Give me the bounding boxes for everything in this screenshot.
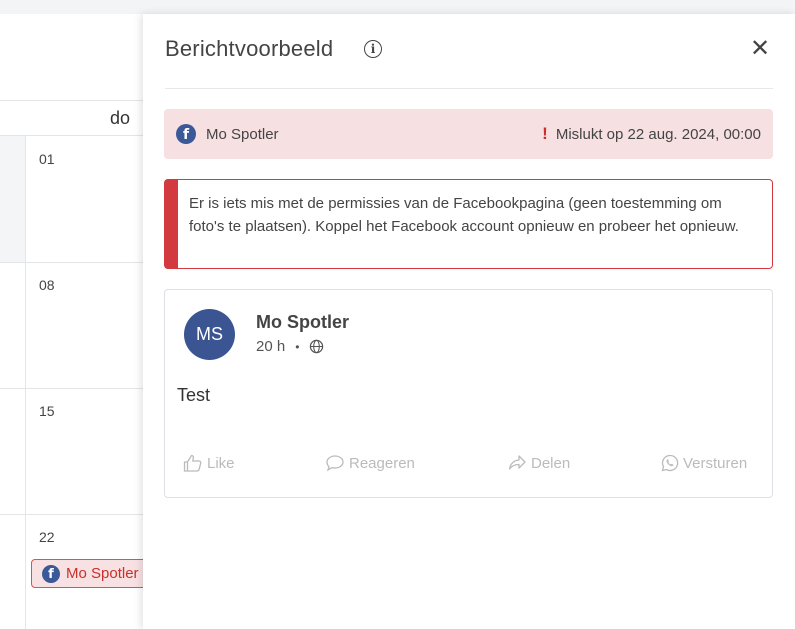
comment-label: Reageren: [349, 454, 415, 472]
alert-icon: !: [542, 124, 548, 143]
share-icon: [508, 455, 526, 470]
calendar-row-divider: [0, 262, 160, 263]
like-button[interactable]: Like: [183, 454, 235, 472]
account-name: Mo Spotler: [206, 125, 279, 143]
thumbs-up-icon: [183, 454, 202, 472]
info-icon[interactable]: i: [364, 40, 382, 58]
calendar-header: [0, 100, 160, 136]
calendar-event-post[interactable]: f Mo Spotler: [31, 559, 161, 588]
share-label: Delen: [531, 454, 571, 472]
post-actions: Like Reageren Delen Versturen: [181, 454, 761, 478]
send-label: Versturen: [683, 454, 748, 472]
calendar-date: 08: [39, 277, 55, 293]
share-button[interactable]: Delen: [507, 454, 570, 472]
error-message: Er is iets mis met de permissies van de …: [164, 179, 773, 269]
comment-button[interactable]: Reageren: [325, 454, 415, 472]
facebook-icon: f: [176, 124, 196, 144]
post-meta: 20 h •: [256, 338, 324, 355]
post-body: Test: [177, 385, 211, 405]
calendar-date: 01: [39, 151, 55, 167]
calendar-day-of-week: do: [110, 108, 131, 128]
panel-title: Berichtvoorbeeld: [165, 36, 334, 61]
calendar-date: 22: [39, 529, 55, 545]
status-bar: f Mo Spotler ! Mislukt op 22 aug. 2024, …: [164, 109, 773, 159]
send-button[interactable]: Versturen: [661, 454, 747, 472]
panel-divider: [165, 88, 773, 89]
like-label: Like: [207, 454, 235, 472]
calendar-date: 15: [39, 403, 55, 419]
post-time: 20 h: [256, 338, 286, 355]
post-preview-card: MS Mo Spotler 20 h • Test Like Reageren …: [164, 289, 773, 498]
avatar: MS: [184, 309, 235, 360]
post-preview-panel: Berichtvoorbeeld i ✕ f Mo Spotler ! Misl…: [143, 14, 795, 629]
post-author: Mo Spotler: [256, 312, 349, 332]
meta-separator: •: [295, 339, 300, 354]
calendar-column-divider: [25, 136, 26, 629]
calendar-previous-day-cell[interactable]: [0, 136, 25, 262]
status-text: Mislukt op 22 aug. 2024, 00:00: [555, 125, 761, 143]
calendar-event-label: Mo Spotler: [66, 565, 139, 582]
whatsapp-icon: [661, 454, 679, 472]
comment-icon: [326, 455, 344, 472]
calendar-row-divider: [0, 514, 160, 515]
close-button[interactable]: ✕: [749, 37, 771, 61]
facebook-icon: f: [42, 564, 60, 583]
calendar-row-divider: [0, 388, 160, 389]
globe-icon: [310, 339, 324, 354]
